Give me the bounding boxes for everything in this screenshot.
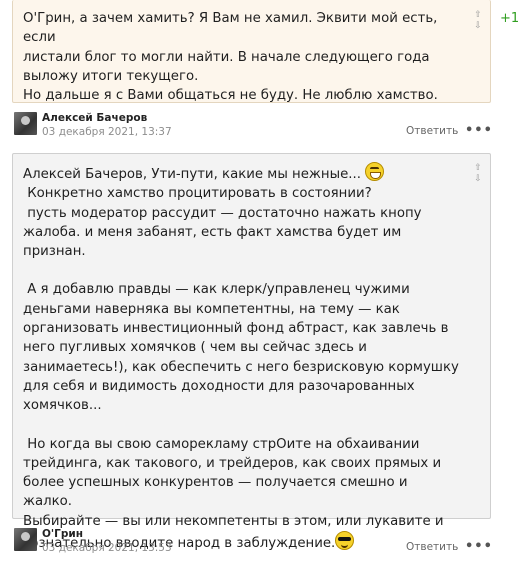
avatar[interactable] [14, 528, 37, 551]
comment-text-line: хомячков... [23, 398, 102, 414]
laughing-smiley-icon [365, 162, 385, 181]
comment-text-line: занимаетесь!), как обеспечить с него без… [23, 359, 459, 375]
comment-text-line: выложу итоги текущего. [23, 68, 199, 84]
author-name[interactable]: Алексей Бачеров [42, 112, 147, 124]
comment-text-line: трейдинга, как такового, и трейдеров, ка… [23, 455, 442, 471]
comment-text-line: пусть модератор рассудит — достаточно на… [23, 205, 422, 221]
comment-meta: О'Грин 03 декабря 2021, 13:53 Ответить •… [14, 528, 492, 558]
comment-date: 03 декабря 2021, 13:37 [42, 126, 172, 138]
vote-down-icon[interactable]: ⇩ [473, 174, 483, 185]
comment-text-line: деньгами наверняка вы компетентны, на те… [23, 301, 400, 317]
avatar[interactable] [14, 112, 37, 135]
comment-text-span: Алексей Бачеров, Ути-пути, какие мы нежн… [23, 167, 366, 182]
comment-text-line: О'Грин, а зачем хамить? Я Вам не хамил. … [23, 11, 442, 46]
comment-body: Алексей Бачеров, Ути-пути, какие мы нежн… [12, 153, 491, 551]
reply-link[interactable]: Ответить [406, 541, 458, 553]
vote-up-icon[interactable]: ⇧ [473, 10, 483, 21]
comment-text-line: А я добавлю правды — как клерк/управлене… [23, 282, 410, 298]
vote-up-icon[interactable]: ⇧ [473, 163, 483, 174]
comment-text-line: для себя и видимость доходности для разо… [23, 378, 415, 394]
comment-text-line: Конкретно хамство процитировать в состоя… [23, 186, 372, 202]
vote-controls: ⇧ ⇩ [473, 10, 483, 32]
comment-date: 03 декабря 2021, 13:53 [42, 542, 172, 554]
more-options-icon[interactable]: ••• [465, 540, 493, 553]
comment-meta: Алексей Бачеров 03 декабря 2021, 13:37 О… [14, 112, 492, 142]
comment-text-line: Но когда вы свою саморекламу стрОите на … [23, 436, 420, 452]
comment-text-line: более успешных конкурентов — получается … [23, 475, 412, 510]
more-options-icon[interactable]: ••• [465, 124, 493, 137]
comment-score: +1 [500, 11, 520, 26]
vote-controls: ⇧ ⇩ [473, 163, 483, 185]
author-name[interactable]: О'Грин [42, 528, 83, 540]
reply-link[interactable]: Ответить [406, 125, 458, 137]
comment-text-line: жалоба. и меня забанят, есть факт хамств… [23, 224, 406, 260]
comment-text-line: листали блог то могли найти. В начале сл… [23, 49, 430, 65]
comment-text-line: него пугливых хомячков ( чем вы сейчас з… [23, 340, 367, 356]
comment-text-line: Алексей Бачеров, Ути-пути, какие мы нежн… [23, 162, 460, 184]
comment-text-line: Но дальше я с Вами общаться не буду. Не … [23, 88, 438, 104]
comment-body: О'Грин, а зачем хамить? Я Вам не хамил. … [12, 0, 491, 103]
vote-down-icon[interactable]: ⇩ [473, 21, 483, 32]
comment-text-line: организовать инвестиционный фонд абтраст… [23, 321, 449, 337]
